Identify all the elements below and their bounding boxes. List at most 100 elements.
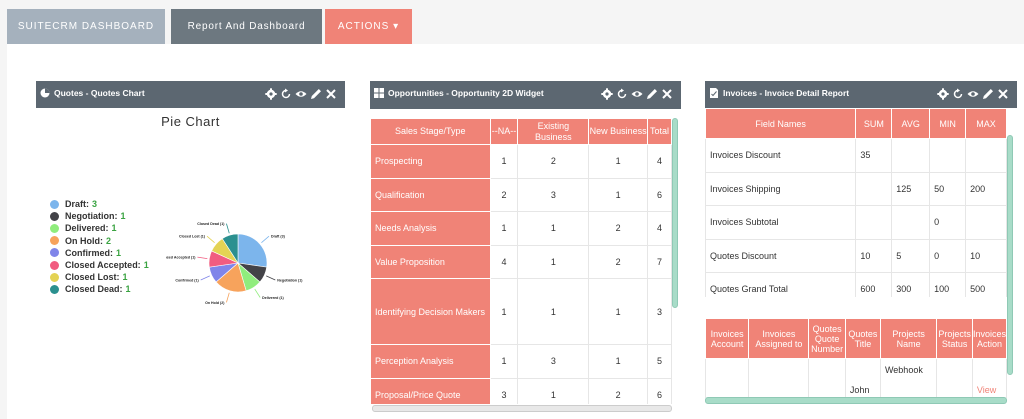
tab-suitecrm-dashboard[interactable]: SUITECRM DASHBOARD — [7, 9, 165, 44]
gear-icon[interactable] — [265, 88, 277, 100]
column-header: Invoices Assigned to — [748, 318, 810, 359]
count-cell: 6 — [647, 377, 672, 404]
value-cell: 200 — [965, 171, 1007, 206]
value-cell: 5 — [891, 238, 931, 273]
actions-dropdown-button[interactable]: ACTIONS ▾ — [325, 9, 412, 44]
slice-label: Negotiation (1) — [277, 279, 303, 283]
count-cell: 1 — [517, 278, 590, 345]
table-row: Quotes Grand Total 600 300 100 500 — [705, 272, 1007, 297]
field-name-cell: Invoices Discount — [705, 138, 857, 173]
view-link[interactable]: View — [971, 358, 1007, 398]
vertical-scrollbar[interactable] — [1007, 135, 1014, 398]
chart-title: Pie Chart — [161, 114, 220, 129]
column-header: SUM — [855, 108, 893, 139]
pencil-icon[interactable] — [646, 88, 658, 100]
legend-item[interactable]: Draft: 3 — [50, 198, 149, 210]
slice-label: Delivered (1) — [262, 296, 284, 300]
refresh-icon[interactable] — [616, 88, 628, 100]
legend-label: Negotiation: — [65, 211, 118, 222]
count-cell: 7 — [647, 244, 672, 279]
value-cell: 125 — [891, 171, 931, 206]
column-header: Existing Business — [517, 118, 590, 145]
legend-item[interactable]: Confirmed: 1 — [50, 247, 149, 259]
vertical-scrollbar[interactable] — [672, 118, 679, 404]
tab-report-and-dashboard[interactable]: Report And Dashboard — [171, 9, 322, 44]
legend-item[interactable]: Closed Accepted: 1 — [50, 259, 149, 271]
value-cell: 100 — [929, 272, 967, 297]
dashlet-header[interactable]: Invoices - Invoice Detail Report — [705, 81, 1017, 108]
count-cell: 1 — [517, 211, 590, 246]
eye-icon[interactable] — [631, 88, 643, 100]
scrollbar-thumb[interactable] — [672, 118, 678, 308]
count-cell: 3 — [517, 344, 590, 379]
legend-value: 1 — [116, 247, 122, 258]
column-header: Invoices Action — [971, 318, 1007, 359]
column-header: Sales Stage/Type — [370, 118, 491, 145]
count-cell: 2 — [517, 144, 590, 179]
refresh-icon[interactable] — [952, 88, 964, 100]
legend-item[interactable]: Delivered: 1 — [50, 222, 149, 234]
legend-item[interactable]: Negotiation: 1 — [50, 210, 149, 222]
value-cell — [965, 138, 1007, 173]
eye-icon[interactable] — [295, 88, 307, 100]
grid-icon — [374, 88, 384, 98]
field-name-cell: Quotes Grand Total — [705, 272, 857, 297]
value-cell: 50 — [929, 171, 967, 206]
count-cell: 2 — [588, 211, 649, 246]
dashboard-tabbar: SUITECRM DASHBOARD Report And Dashboard … — [0, 0, 1024, 44]
legend-label: Closed Accepted: — [65, 260, 141, 271]
legend-item[interactable]: Closed Lost: 1 — [50, 271, 149, 283]
pie-chart-icon — [40, 88, 50, 98]
legend-item[interactable]: On Hold: 2 — [50, 235, 149, 247]
eye-icon[interactable] — [967, 88, 979, 100]
pie-slice[interactable] — [237, 233, 268, 268]
sales-stage-cell: Identifying Decision Makers — [370, 278, 491, 345]
count-cell: 2 — [588, 244, 649, 279]
value-cell: 10 — [965, 238, 1007, 273]
sales-stage-cell: Value Proposition — [370, 244, 491, 279]
pencil-icon[interactable] — [310, 88, 322, 100]
pencil-icon[interactable] — [982, 88, 994, 100]
legend-swatch — [50, 199, 59, 209]
field-name-cell: Invoices Shipping — [705, 171, 857, 206]
close-icon[interactable] — [325, 88, 337, 100]
column-header: Total — [647, 118, 672, 145]
table-row: Invoices Discount 35 — [705, 138, 1007, 173]
table-row: Value Proposition 4 1 2 7 — [370, 244, 672, 279]
column-header: Quotes Title — [844, 318, 881, 359]
slice-connector — [206, 235, 215, 244]
legend-item[interactable]: Closed Dead: 1 — [50, 283, 149, 295]
table-row: Invoices Shipping 125 50 200 — [705, 171, 1007, 206]
refresh-icon[interactable] — [280, 88, 292, 100]
detail-table-wrapper: Invoices Account Invoices Assigned to Quot… — [705, 318, 1007, 398]
count-cell: 2 — [489, 177, 519, 212]
gear-icon[interactable] — [937, 88, 949, 100]
count-cell: 4 — [647, 211, 672, 246]
pie-chart: Draft (3) Negotiation (1) Delivered (1) On … — [166, 222, 303, 305]
slice-label: Closed Lost (1) — [179, 235, 206, 239]
legend-label: On Hold: — [65, 235, 103, 246]
legend-value: 2 — [106, 235, 112, 246]
slice-label: Draft (3) — [271, 235, 286, 239]
gear-icon[interactable] — [601, 88, 613, 100]
slice-connector — [226, 223, 230, 234]
value-cell: 500 — [965, 272, 1007, 297]
close-icon[interactable] — [997, 88, 1009, 100]
legend-value: 1 — [120, 211, 126, 222]
slice-connector — [200, 275, 210, 281]
legend-swatch — [50, 223, 59, 233]
dashlet-header[interactable]: Quotes - Quotes Chart — [36, 81, 345, 108]
detail-cell — [808, 358, 846, 398]
close-icon[interactable] — [661, 88, 673, 100]
horizontal-scrollbar[interactable] — [372, 405, 672, 412]
column-header: MIN — [929, 108, 967, 139]
legend-swatch — [50, 284, 59, 294]
field-name-cell: Invoices Subtotal — [705, 205, 857, 240]
dashlet-quotes-chart: Quotes - Quotes Chart Pie Chart Draft: 3 N… — [36, 81, 345, 411]
legend-swatch — [50, 236, 59, 246]
dashlet-header[interactable]: Opportunities - Opportunity 2D Widget — [370, 81, 681, 109]
value-cell — [965, 205, 1007, 240]
horizontal-scrollbar[interactable] — [705, 397, 1007, 404]
scrollbar-thumb[interactable] — [1007, 135, 1013, 375]
table-row: John Webhook View — [705, 358, 1007, 398]
